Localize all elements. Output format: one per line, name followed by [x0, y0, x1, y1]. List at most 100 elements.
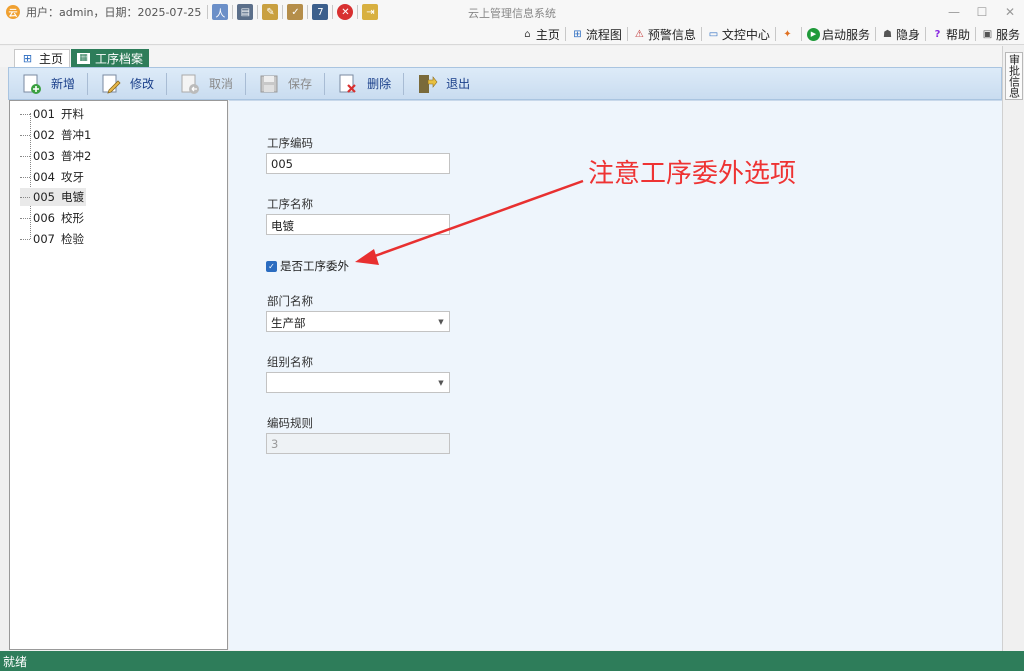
- status-bar: 就绪: [0, 651, 1024, 671]
- menu-item-label: 服务: [995, 27, 1020, 42]
- menu-item-brand[interactable]: ✦: [777, 24, 800, 44]
- code-rule-field: 3: [266, 433, 450, 454]
- tree-item-selected[interactable]: 005 电镀: [20, 188, 86, 206]
- key-icon[interactable]: ✎: [262, 4, 279, 20]
- separator: [700, 27, 702, 41]
- separator: [924, 27, 926, 41]
- toolbar: 新增 修改 取消 保存 删除 退出: [8, 67, 1002, 100]
- department-select[interactable]: 生产部 ▼: [266, 311, 450, 332]
- tree-item-name: 普冲2: [60, 149, 92, 163]
- separator: [357, 5, 359, 19]
- separator: [874, 27, 876, 41]
- separator: [282, 5, 284, 19]
- tree-item-name: 攻牙: [60, 170, 84, 184]
- tree-item[interactable]: 002 普冲1: [20, 126, 91, 144]
- separator: [232, 5, 234, 19]
- outsource-checkbox-label: 是否工序委外: [280, 259, 349, 273]
- tree-item[interactable]: 003 普冲2: [20, 147, 91, 165]
- separator: [332, 5, 334, 19]
- menu-item-label: 文控中心: [721, 27, 770, 42]
- separator: [974, 27, 976, 41]
- maximize-icon[interactable]: ☐: [968, 0, 996, 24]
- tree-branch: [20, 176, 30, 178]
- tab-home[interactable]: ⊞ 主页: [14, 49, 71, 67]
- brush-icon[interactable]: ✓: [287, 4, 304, 20]
- delete-button[interactable]: 删除: [331, 70, 397, 98]
- group-select[interactable]: ▼: [266, 372, 450, 393]
- edit-button[interactable]: 修改: [94, 70, 160, 98]
- tree-item[interactable]: 001 开料: [20, 105, 84, 123]
- tree-item-code: 003: [33, 149, 55, 163]
- quick-access-toolbar: 人 ▤ ✎ ✓ 7 ✕ ⇥: [207, 4, 382, 20]
- tree-item[interactable]: 007 检验: [20, 230, 84, 248]
- cancel-button[interactable]: 取消: [173, 70, 239, 98]
- menu-item-start-service[interactable]: ▶ 启动服务: [803, 24, 874, 44]
- alert-icon: ⚠: [634, 28, 644, 40]
- checkmark-icon: ✓: [266, 260, 277, 272]
- separator: [307, 5, 309, 19]
- department-label: 部门名称: [267, 294, 313, 308]
- tab-label: 工序档案: [95, 51, 144, 66]
- people-icon: ☗: [882, 28, 892, 40]
- tree-item[interactable]: 004 攻牙: [20, 168, 84, 186]
- menu-item-label: 启动服务: [821, 27, 870, 42]
- edit-document-icon: [100, 73, 122, 95]
- exit-button[interactable]: 退出: [410, 70, 476, 98]
- close-circle-icon[interactable]: ✕: [337, 4, 354, 20]
- button-label: 新增: [51, 77, 76, 91]
- tab-process-archive[interactable]: ▦ 工序档案: [71, 49, 149, 67]
- window-controls: — ☐ ✕: [940, 0, 1024, 24]
- menu-item-doc-center[interactable]: ▭ 文控中心: [703, 24, 774, 44]
- exit-door-icon: [416, 73, 438, 95]
- tree-branch: [20, 155, 30, 157]
- calculator-icon[interactable]: ▤: [237, 4, 254, 20]
- process-name-field[interactable]: 电镀: [266, 214, 450, 235]
- separator: [245, 72, 247, 95]
- undo-document-icon: [179, 73, 201, 95]
- delete-document-icon: [337, 73, 359, 95]
- play-icon: ▶: [806, 27, 820, 41]
- flowchart-icon: ⊞: [22, 52, 33, 65]
- group-label: 组别名称: [267, 355, 313, 369]
- menu-item-label: 帮助: [945, 27, 970, 42]
- chevron-down-icon[interactable]: ▼: [433, 312, 449, 331]
- separator: [87, 72, 89, 95]
- process-tree: 001 开料 002 普冲1 003 普冲2 004 攻牙 005 电镀 006…: [9, 100, 228, 650]
- user-search-icon[interactable]: 人: [212, 4, 229, 20]
- menu-item-flowchart[interactable]: ⊞ 流程图: [567, 24, 626, 44]
- tree-item-code: 005: [33, 190, 55, 204]
- button-label: 修改: [130, 77, 155, 91]
- menu-item-service[interactable]: ▣ 服务: [977, 24, 1024, 44]
- minimize-icon[interactable]: —: [940, 0, 968, 24]
- tree-item[interactable]: 006 校形: [20, 209, 84, 227]
- menu-item-help[interactable]: ? 帮助: [927, 24, 974, 44]
- calendar-icon[interactable]: 7: [312, 4, 329, 20]
- add-document-icon: [21, 73, 43, 95]
- tree-branch: [20, 238, 30, 240]
- menu-item-alerts[interactable]: ⚠ 预警信息: [629, 24, 700, 44]
- tree-branch: [20, 134, 30, 136]
- tree-item-name: 校形: [60, 211, 84, 225]
- table-icon: ▦: [77, 52, 90, 64]
- menu-item-label: 预警信息: [647, 27, 696, 42]
- separator: [564, 27, 566, 41]
- house-icon: ⌂: [524, 28, 531, 40]
- document-icon: ▭: [708, 28, 719, 40]
- tree-item-name: 电镀: [60, 190, 84, 204]
- menu-item-stealth[interactable]: ☗ 隐身: [877, 24, 924, 44]
- save-button[interactable]: 保存: [252, 70, 318, 98]
- outsource-checkbox[interactable]: ✓ 是否工序委外: [266, 258, 349, 274]
- right-side-panel: 审批信息: [1002, 46, 1024, 651]
- tab-label: 主页: [39, 52, 64, 66]
- tree-item-name: 检验: [60, 232, 84, 246]
- close-icon[interactable]: ✕: [996, 0, 1024, 24]
- audit-info-tab[interactable]: 审批信息: [1005, 52, 1023, 100]
- chevron-down-icon[interactable]: ▼: [433, 373, 449, 392]
- menu-item-home[interactable]: ⌂ 主页: [517, 24, 564, 44]
- logout-icon[interactable]: ⇥: [362, 4, 379, 20]
- button-label: 保存: [288, 77, 313, 91]
- menu-item-label: 主页: [535, 27, 560, 42]
- process-code-field[interactable]: 005: [266, 153, 450, 174]
- new-button[interactable]: 新增: [15, 70, 81, 98]
- separator: [324, 72, 326, 95]
